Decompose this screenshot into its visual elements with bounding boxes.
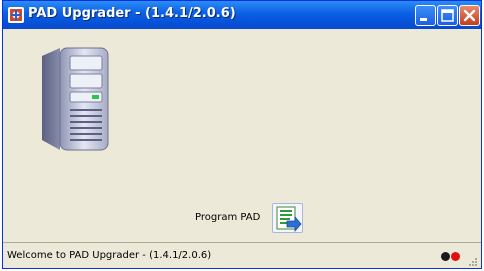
resize-grip-icon[interactable] <box>467 256 477 266</box>
close-icon <box>463 9 476 22</box>
close-button[interactable] <box>459 5 480 26</box>
minimize-button[interactable] <box>415 5 436 26</box>
status-indicator-black <box>441 252 450 261</box>
maximize-icon <box>441 9 454 22</box>
status-indicator-red <box>451 252 460 261</box>
program-pad-button[interactable] <box>272 203 303 233</box>
program-download-icon <box>276 206 302 232</box>
maximize-button[interactable] <box>437 5 458 26</box>
main-window: PAD Upgrader - (1.4.1/2.0.6) Program PAD… <box>2 0 482 269</box>
server-tower-icon <box>42 47 109 151</box>
client-area: Program PAD <box>6 29 478 242</box>
title-bar[interactable]: PAD Upgrader - (1.4.1/2.0.6) <box>3 1 481 29</box>
status-bar: Welcome to PAD Upgrader - (1.4.1/2.0.6) <box>3 242 481 268</box>
minimize-icon <box>420 18 427 21</box>
window-title: PAD Upgrader - (1.4.1/2.0.6) <box>28 6 236 21</box>
app-icon <box>8 7 24 23</box>
program-pad-label: Program PAD <box>195 212 261 223</box>
status-text: Welcome to PAD Upgrader - (1.4.1/2.0.6) <box>7 250 212 261</box>
